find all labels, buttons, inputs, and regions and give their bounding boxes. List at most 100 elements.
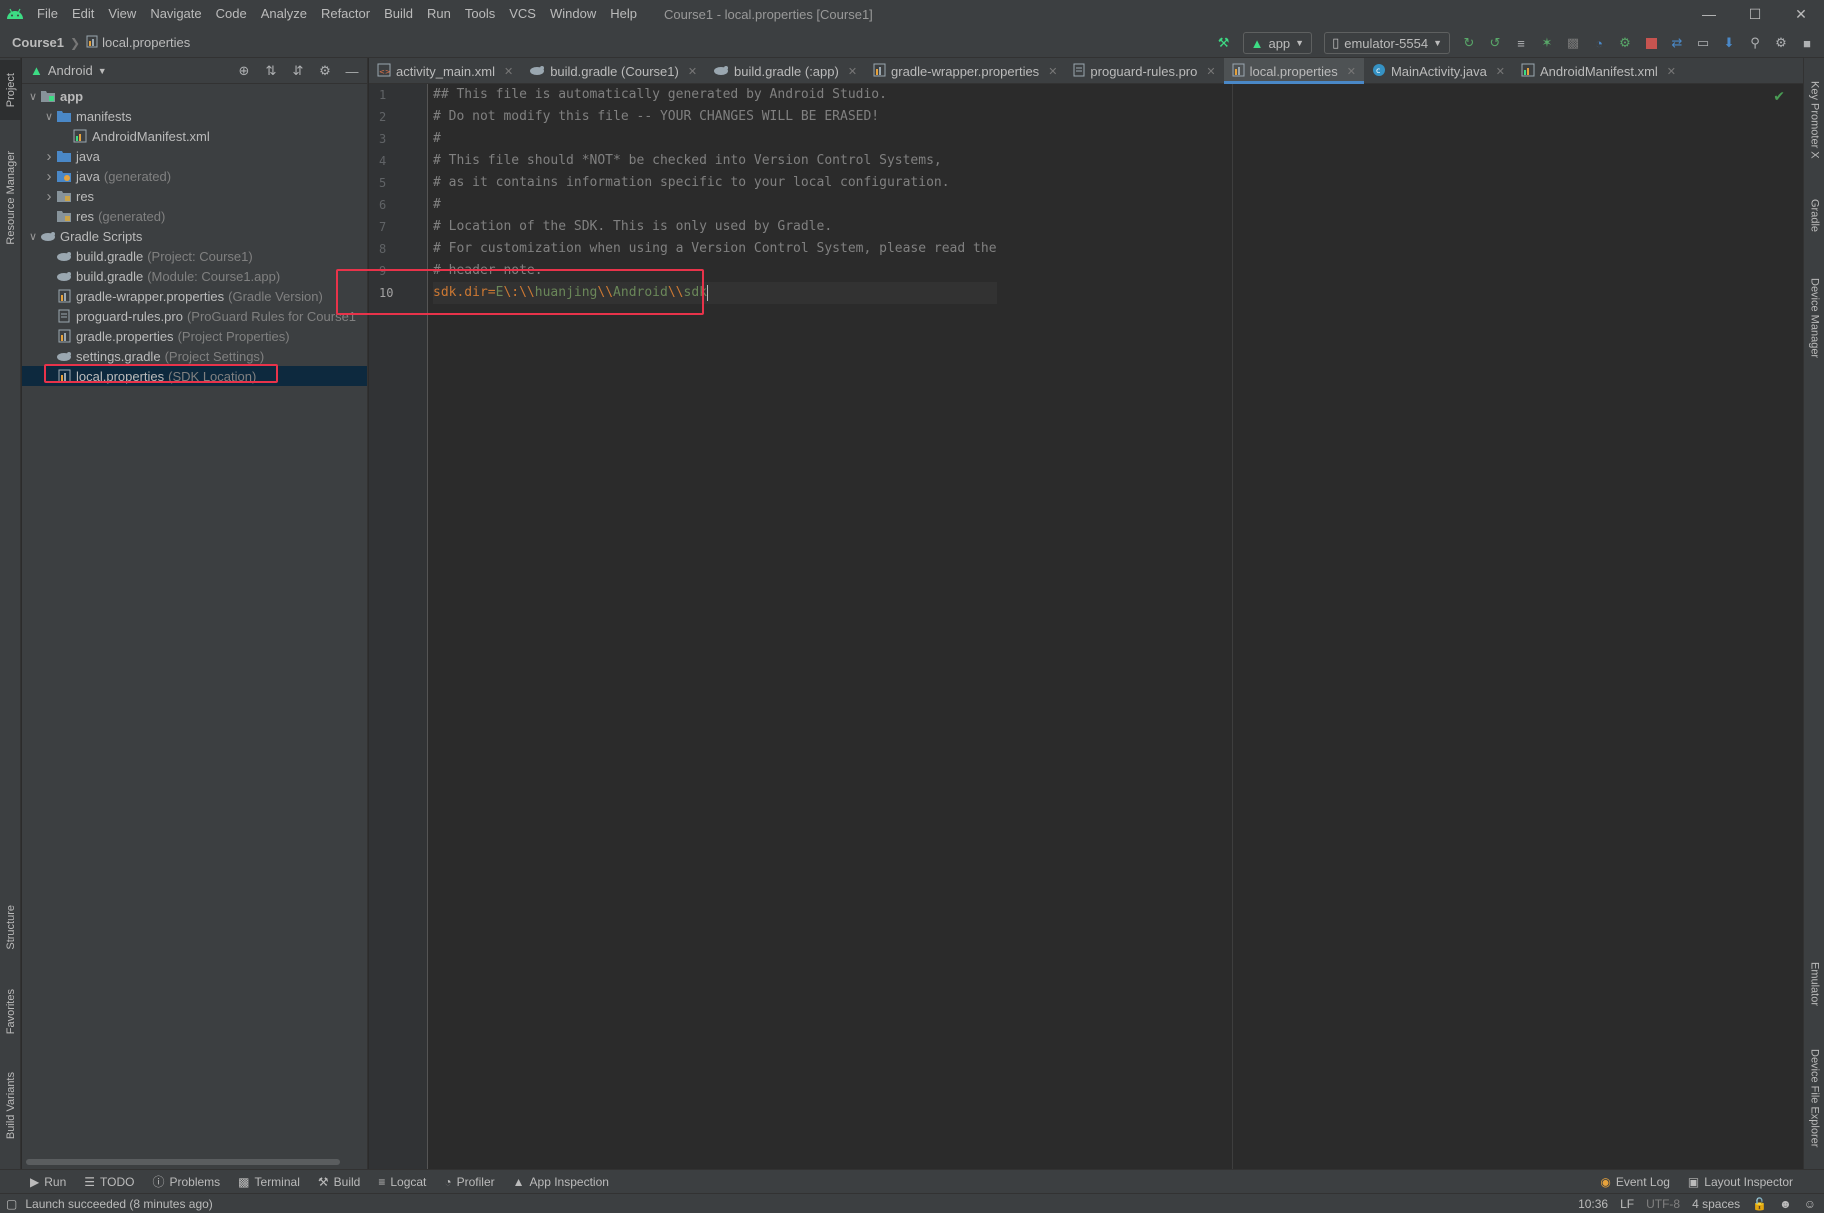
tool-tab-build[interactable]: ⚒ Build [309, 1175, 369, 1189]
tree-item[interactable]: › java (generated) [22, 166, 367, 186]
debug-bug-icon[interactable]: ✶ [1536, 32, 1558, 54]
chevron-right-icon[interactable]: › [42, 168, 56, 185]
attach-debugger-icon[interactable]: ▩ [1562, 32, 1584, 54]
close-tab-icon[interactable]: ✕ [1206, 65, 1215, 78]
feedback-face-icon[interactable]: ☺ [1804, 1197, 1816, 1211]
run-with-coverage-icon[interactable]: ⚙ [1614, 32, 1636, 54]
panel-settings-gear-icon[interactable]: ⚙ [314, 60, 336, 82]
profile-gauge-icon[interactable]: ◔ [1588, 32, 1610, 54]
editor-tab[interactable]: AndroidManifest.xml ✕ [1513, 58, 1684, 84]
readonly-lock-icon[interactable]: 🔓 [1752, 1197, 1767, 1211]
close-tab-icon[interactable]: ✕ [1347, 65, 1356, 78]
tool-tab-key-promoter[interactable]: Key Promoter X [1804, 66, 1824, 174]
caret-position[interactable]: 10:36 [1578, 1197, 1608, 1211]
status-window-icon[interactable]: ▢ [6, 1197, 17, 1211]
memory-indicator-icon[interactable]: ☻ [1779, 1197, 1792, 1211]
tree-item[interactable]: build.gradle (Project: Course1) [22, 246, 367, 266]
make-project-hammer-icon[interactable]: ⚒ [1213, 32, 1235, 54]
sync-gradle-icon[interactable]: ⇄ [1666, 32, 1688, 54]
tree-item[interactable]: › res [22, 186, 367, 206]
chevron-right-icon[interactable]: › [42, 188, 56, 205]
tool-tab-problems[interactable]: ⓘ Problems [143, 1173, 229, 1190]
no-problems-check-icon[interactable]: ✔ [1773, 88, 1785, 105]
tree-item[interactable]: proguard-rules.pro (ProGuard Rules for Co… [22, 306, 367, 326]
tree-item[interactable]: ∨ manifests [22, 106, 367, 126]
tool-tab-layout-inspector[interactable]: ▣ Layout Inspector [1679, 1175, 1802, 1189]
line-separator[interactable]: LF [1620, 1197, 1634, 1211]
tool-tab-structure[interactable]: Structure [0, 891, 21, 963]
tree-item[interactable]: gradle-wrapper.properties (Gradle Version… [22, 286, 367, 306]
apply-code-changes-icon[interactable]: ↺ [1484, 32, 1506, 54]
tool-tab-terminal[interactable]: ▩ Terminal [229, 1175, 309, 1189]
editor-tab[interactable]: proguard-rules.pro ✕ [1065, 58, 1223, 84]
tool-tab-run[interactable]: ▶ Run [0, 1175, 75, 1189]
indent-setting[interactable]: 4 spaces [1692, 1197, 1740, 1211]
tree-item[interactable]: build.gradle (Module: Course1.app) [22, 266, 367, 286]
close-window-button[interactable]: ✕ [1778, 0, 1824, 28]
avd-manager-icon[interactable]: ▭ [1692, 32, 1714, 54]
select-opened-file-icon[interactable]: ⊕ [233, 60, 255, 82]
menu-build[interactable]: Build [377, 0, 420, 28]
account-avatar-icon[interactable]: ■ [1796, 32, 1818, 54]
close-tab-icon[interactable]: ✕ [688, 65, 697, 78]
tool-tab-todo[interactable]: ☰ TODO [75, 1175, 143, 1189]
tool-tab-logcat[interactable]: ≡ Logcat [369, 1175, 435, 1189]
chevron-down-icon[interactable]: ∨ [42, 110, 56, 123]
tree-item[interactable]: › java [22, 146, 367, 166]
menu-tools[interactable]: Tools [458, 0, 502, 28]
breadcrumb-file[interactable]: local.properties [80, 35, 196, 51]
close-tab-icon[interactable]: ✕ [848, 65, 857, 78]
run-configuration-select[interactable]: ▲ app ▼ [1242, 32, 1313, 54]
tool-tab-project[interactable]: Project [0, 60, 21, 120]
tool-tab-profiler[interactable]: ◔ Profiler [435, 1175, 503, 1189]
tool-tab-resource-manager[interactable]: Resource Manager [0, 138, 21, 258]
status-message[interactable]: Launch succeeded (8 minutes ago) [25, 1197, 212, 1211]
tree-item[interactable]: gradle.properties (Project Properties) [22, 326, 367, 346]
tree-item[interactable]: ∨ app [22, 86, 367, 106]
tree-item[interactable]: ∨ Gradle Scripts [22, 226, 367, 246]
file-encoding[interactable]: UTF-8 [1646, 1197, 1680, 1211]
tree-item[interactable]: res (generated) [22, 206, 367, 226]
menu-code[interactable]: Code [209, 0, 254, 28]
menu-file[interactable]: File [30, 0, 65, 28]
tool-tab-device-file-explorer[interactable]: Device File Explorer [1804, 1033, 1824, 1163]
menu-vcs[interactable]: VCS [502, 0, 543, 28]
search-everywhere-icon[interactable]: ⚲ [1744, 32, 1766, 54]
chevron-down-icon[interactable]: ∨ [26, 90, 40, 103]
menu-view[interactable]: View [101, 0, 143, 28]
menu-help[interactable]: Help [603, 0, 644, 28]
sdk-manager-icon[interactable]: ⬇ [1718, 32, 1740, 54]
device-select[interactable]: ▯ emulator-5554 ▼ [1324, 32, 1450, 54]
minimize-button[interactable]: — [1686, 0, 1732, 28]
editor-tab[interactable]: c MainActivity.java ✕ [1364, 58, 1513, 84]
close-tab-icon[interactable]: ✕ [1667, 65, 1676, 78]
tool-tab-event-log[interactable]: ◉ Event Log [1591, 1175, 1679, 1189]
hide-panel-icon[interactable]: — [341, 60, 363, 82]
menu-run[interactable]: Run [420, 0, 458, 28]
tool-tab-build-variants[interactable]: Build Variants [0, 1058, 21, 1154]
chevron-right-icon[interactable]: › [42, 148, 56, 165]
tree-item[interactable]: AndroidManifest.xml [22, 126, 367, 146]
menu-window[interactable]: Window [543, 0, 603, 28]
menu-analyze[interactable]: Analyze [254, 0, 314, 28]
coverage-icon[interactable]: ≡ [1510, 32, 1532, 54]
close-tab-icon[interactable]: ✕ [1048, 65, 1057, 78]
tool-tab-app-inspection[interactable]: ▲ App Inspection [504, 1175, 618, 1189]
editor-tab[interactable]: build.gradle (Course1) ✕ [521, 58, 705, 84]
tool-tab-favorites[interactable]: Favorites [0, 976, 21, 1048]
menu-refactor[interactable]: Refactor [314, 0, 377, 28]
menu-navigate[interactable]: Navigate [143, 0, 208, 28]
apply-changes-restart-icon[interactable]: ↻ [1458, 32, 1480, 54]
editor-tab[interactable]: build.gradle (:app) ✕ [705, 58, 865, 84]
close-tab-icon[interactable]: ✕ [1496, 65, 1505, 78]
tool-tab-gradle[interactable]: Gradle [1804, 188, 1824, 244]
expand-all-icon[interactable]: ⇅ [260, 60, 282, 82]
code-editor[interactable]: 1 2 3 4 5 6 7 8 9 10 ## This file is automaticall… [336, 84, 1803, 1169]
editor-tab[interactable]: local.properties ✕ [1223, 58, 1365, 84]
maximize-button[interactable]: ☐ [1732, 0, 1778, 28]
collapse-all-icon[interactable]: ⇵ [287, 60, 309, 82]
tree-item[interactable]: settings.gradle (Project Settings) [22, 346, 367, 366]
menu-edit[interactable]: Edit [65, 0, 101, 28]
editor-tab[interactable]: gradle-wrapper.properties ✕ [865, 58, 1065, 84]
chevron-down-icon[interactable]: ∨ [26, 230, 40, 243]
